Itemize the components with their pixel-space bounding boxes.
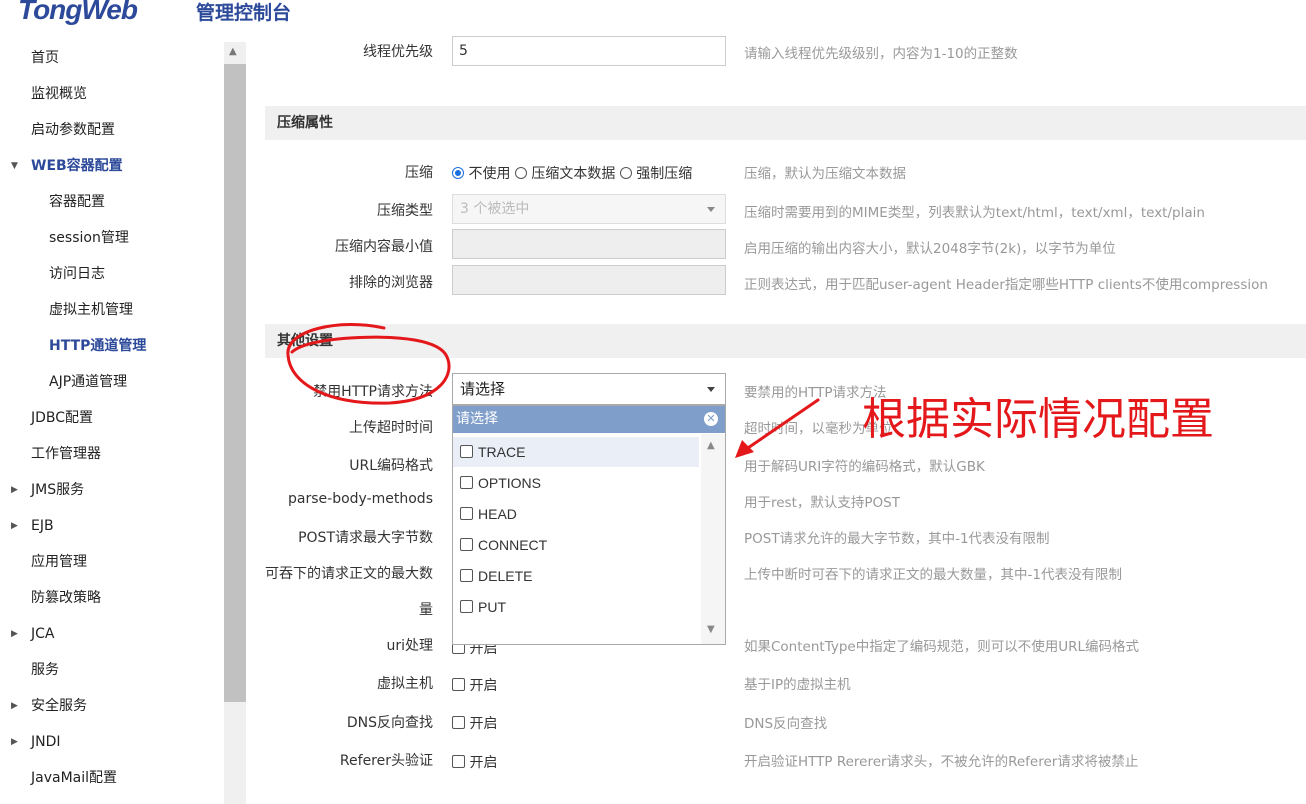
red-arrow-line <box>740 398 820 454</box>
annotation-text: 根据实际情况配置 <box>862 394 1214 445</box>
red-circle-annotation <box>286 322 451 405</box>
red-arrow-head <box>735 440 754 458</box>
